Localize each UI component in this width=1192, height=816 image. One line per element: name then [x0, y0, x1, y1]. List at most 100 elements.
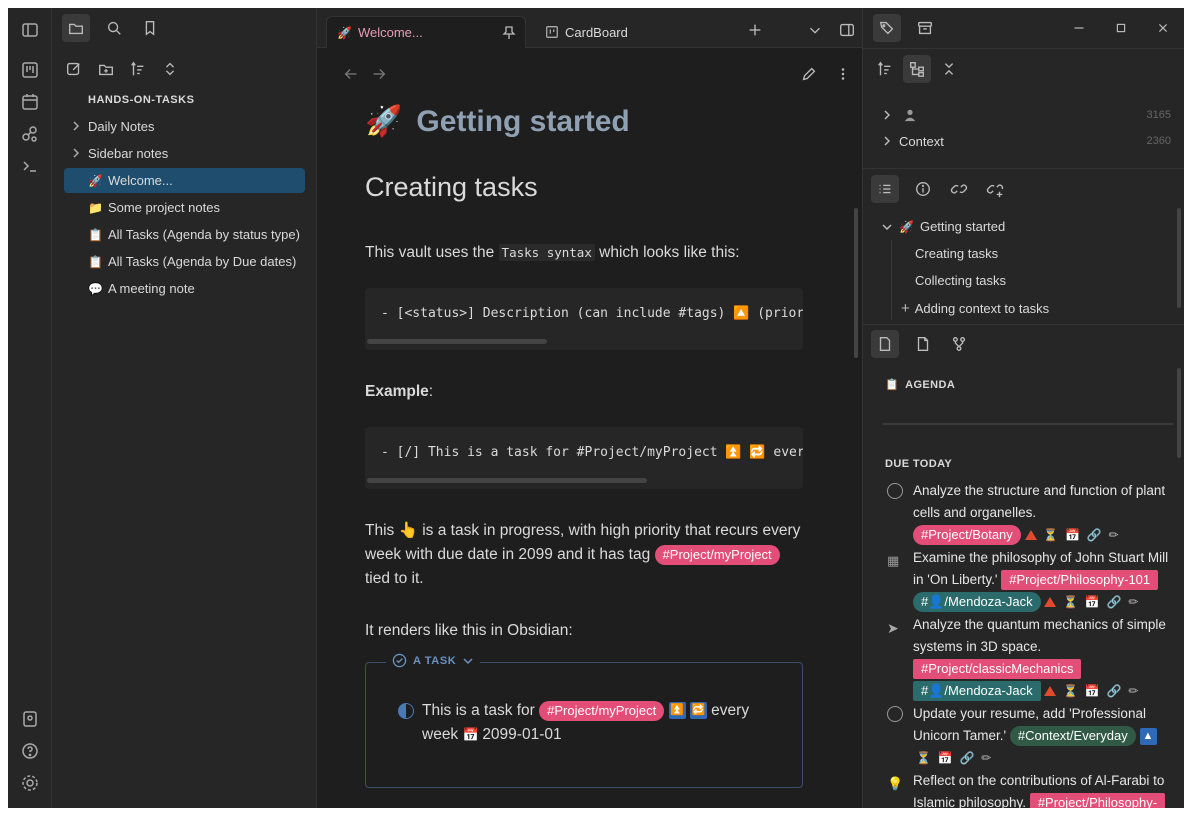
file-outline-icon[interactable] [909, 330, 937, 358]
clipboard-icon: 📋 [885, 379, 900, 391]
info-icon[interactable] [909, 175, 937, 203]
callout-title[interactable]: A TASK [386, 653, 481, 668]
rocket-icon: 🚀 [337, 25, 352, 40]
tab-welcome[interactable]: 🚀 Welcome... [326, 16, 526, 48]
in-progress-checkbox[interactable] [398, 703, 414, 719]
vault-name[interactable]: HANDS-ON-TASKS [88, 94, 194, 106]
file-welcome[interactable]: 🚀 Welcome... [64, 168, 305, 193]
link-icon[interactable]: 🔗 [1107, 591, 1122, 613]
terminal-icon[interactable] [20, 156, 40, 176]
outline-item[interactable]: + Adding context to tasks [901, 300, 1049, 317]
sidebar-toggle-icon[interactable] [20, 20, 40, 40]
lightbulb-icon[interactable]: 💡 [887, 773, 903, 791]
task-tag[interactable]: #Project/Philosophy- [1029, 793, 1166, 808]
outline-guide [891, 240, 892, 320]
file-all-tasks-due[interactable]: 📋 All Tasks (Agenda by Due dates) [64, 249, 305, 274]
folder-daily-notes[interactable]: Daily Notes [64, 114, 305, 139]
divider [863, 48, 1184, 49]
back-arrow-icon[interactable] [337, 60, 365, 88]
agenda-scrollbar[interactable] [1177, 368, 1181, 458]
file-some-project-notes[interactable]: 📁 Some project notes [64, 195, 305, 220]
send-arrow-icon[interactable]: ➤ [887, 617, 903, 636]
link-icon[interactable]: 🔗 [1107, 680, 1122, 702]
maximize-icon[interactable] [1107, 14, 1135, 42]
agenda-task: 💡 Reflect on the contributions of Al-Far… [885, 770, 1175, 808]
link-icon[interactable]: 🔗 [1087, 524, 1102, 546]
file-all-tasks-status[interactable]: 📋 All Tasks (Agenda by status type) [64, 222, 305, 247]
chevron-right-icon [884, 110, 891, 120]
plus-icon: + [901, 300, 910, 317]
tab-cardboard[interactable]: CardBoard [535, 16, 628, 48]
code-scrollbar[interactable] [367, 478, 647, 483]
calendar-status-icon[interactable]: ▦ [887, 550, 903, 568]
branch-icon[interactable] [945, 330, 973, 358]
calendar-icon[interactable] [20, 92, 40, 112]
task-tag[interactable]: #👤/Mendoza-Jack [913, 681, 1041, 701]
tags-icon[interactable] [873, 14, 901, 42]
minimize-icon[interactable] [1065, 14, 1093, 42]
new-note-icon[interactable] [60, 55, 88, 83]
tag-project-myproject[interactable]: #Project/myProject [654, 545, 780, 565]
outline-item[interactable]: Creating tasks [915, 246, 998, 261]
new-folder-icon[interactable] [92, 55, 120, 83]
task-tag[interactable]: #Project/Philosophy-101 [1001, 570, 1159, 590]
graph-icon[interactable] [20, 124, 40, 144]
pin-icon[interactable] [501, 25, 517, 41]
link-icon[interactable]: 🔗 [959, 747, 974, 769]
edit-pencil-icon[interactable] [795, 60, 823, 88]
text: This vault uses the [365, 244, 499, 261]
tag-row-person[interactable]: 3165 [881, 103, 1171, 127]
task-tag[interactable]: #Context/Everyday [1009, 726, 1136, 746]
sort-icon[interactable] [871, 55, 899, 83]
sort-icon[interactable] [124, 55, 152, 83]
folder-sidebar-notes[interactable]: Sidebar notes [64, 141, 305, 166]
rocket-icon: 🚀 [899, 219, 914, 234]
person-icon [904, 109, 916, 122]
nested-tags-icon[interactable] [903, 55, 931, 83]
code-block-syntax[interactable]: - [<status>] Description (can include #t… [365, 288, 803, 350]
code-block-example[interactable]: - [/] This is a task for #Project/myProj… [365, 427, 803, 489]
outline-scrollbar[interactable] [1177, 208, 1181, 308]
tab-bar: 🚀 Welcome... CardBoard [317, 8, 862, 48]
archive-icon[interactable] [911, 14, 939, 42]
kanban-icon[interactable] [20, 60, 40, 80]
task-checkbox[interactable] [887, 706, 903, 722]
vault-switch-icon[interactable] [20, 709, 40, 729]
outgoing-links-icon[interactable] [981, 175, 1009, 203]
tag-project-myproject[interactable]: #Project/myProject [539, 701, 665, 721]
settings-gear-icon[interactable] [20, 773, 40, 793]
forward-arrow-icon[interactable] [365, 60, 393, 88]
tab-list-chevron-down-icon[interactable] [801, 16, 829, 44]
outline-root[interactable]: 🚀 Getting started [881, 219, 1005, 234]
code-scrollbar[interactable] [367, 339, 547, 344]
tag-row-context[interactable]: Context 2360 [881, 129, 1171, 153]
right-sidebar-toggle-icon[interactable] [833, 16, 861, 44]
more-options-icon[interactable] [829, 60, 857, 88]
agenda-task: Analyze the structure and function of pl… [885, 480, 1175, 546]
pencil-icon[interactable]: ✏ [1128, 680, 1138, 702]
app-window: HANDS-ON-TASKS Daily Notes Sidebar notes… [8, 8, 1184, 808]
task-tag[interactable]: #Project/classicMechanics [913, 659, 1082, 679]
search-icon[interactable] [100, 14, 128, 42]
file-meeting-note[interactable]: 💬 A meeting note [64, 276, 305, 301]
collapse-all-icon[interactable] [935, 55, 963, 83]
new-tab-plus-icon[interactable] [741, 16, 769, 44]
collapse-expand-icon[interactable] [156, 55, 184, 83]
bookmark-icon[interactable] [136, 14, 164, 42]
files-folder-icon[interactable] [62, 14, 90, 42]
example-label: Example: [365, 380, 805, 404]
help-icon[interactable] [20, 741, 40, 761]
task-checkbox[interactable] [887, 483, 903, 499]
backlinks-icon[interactable] [945, 175, 973, 203]
outline-list-icon[interactable] [871, 175, 899, 203]
task-tag[interactable]: #Project/Botany [913, 525, 1021, 545]
file-icon[interactable] [871, 330, 899, 358]
close-icon[interactable] [1149, 14, 1177, 42]
editor-scrollbar[interactable] [854, 208, 858, 358]
pencil-icon[interactable]: ✏ [981, 747, 991, 769]
task-tag[interactable]: #👤/Mendoza-Jack [913, 592, 1041, 612]
pencil-icon[interactable]: ✏ [1108, 524, 1118, 546]
outline-item[interactable]: Collecting tasks [915, 273, 1006, 288]
pencil-icon[interactable]: ✏ [1128, 591, 1138, 613]
chevron-down-icon [463, 657, 473, 664]
